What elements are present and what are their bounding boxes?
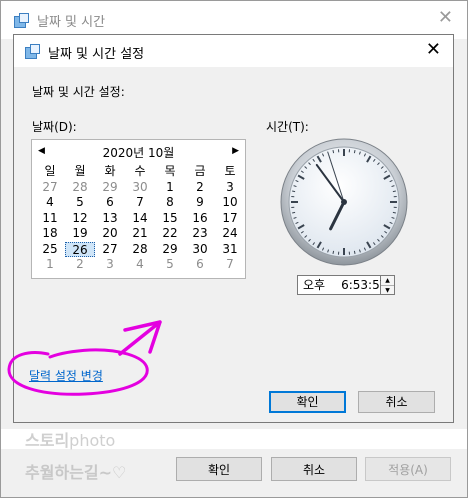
calendar-day[interactable]: 10 bbox=[215, 195, 245, 211]
calendar-day[interactable]: 28 bbox=[125, 242, 155, 258]
prev-month-icon[interactable]: ◀ bbox=[38, 146, 45, 156]
calendar-day[interactable]: 20 bbox=[95, 226, 125, 242]
calendar-day[interactable]: 18 bbox=[35, 226, 65, 242]
calendar-day[interactable]: 23 bbox=[185, 226, 215, 242]
outer-window-title: 날짜 및 시간 bbox=[37, 15, 106, 30]
date-time-icon bbox=[13, 12, 29, 28]
calendar-day-other-month[interactable]: 2 bbox=[65, 257, 95, 273]
outer-apply-button[interactable]: 적용(A) bbox=[365, 457, 451, 481]
calendar-day[interactable]: 27 bbox=[95, 242, 125, 258]
calendar-day[interactable]: 12 bbox=[65, 211, 95, 227]
calendar-day[interactable]: 13 bbox=[95, 211, 125, 227]
clock-minute-tick bbox=[332, 150, 335, 154]
calendar-day[interactable]: 29 bbox=[155, 242, 185, 258]
calendar-day[interactable]: 31 bbox=[215, 242, 245, 258]
ampm-value: 오후 bbox=[303, 278, 326, 292]
spin-down-icon[interactable]: ▼ bbox=[381, 286, 394, 295]
calendar-day[interactable]: 21 bbox=[125, 226, 155, 242]
calendar-day[interactable]: 24 bbox=[215, 226, 245, 242]
weekday-header: 금 bbox=[194, 164, 206, 178]
outer-cancel-button[interactable]: 취소 bbox=[271, 457, 357, 481]
calendar-day[interactable]: 25 bbox=[35, 242, 65, 258]
dialog-heading: 날짜 및 시간 설정: bbox=[32, 85, 125, 99]
calendar-month-label[interactable]: 2020년 10월 bbox=[32, 144, 245, 161]
time-spinner[interactable]: ▲ ▼ bbox=[381, 275, 395, 295]
calendar-day[interactable]: 3 bbox=[215, 180, 245, 196]
calendar-day-other-month[interactable]: 4 bbox=[125, 257, 155, 273]
calendar-day-other-month[interactable]: 30 bbox=[125, 180, 155, 196]
calendar-day[interactable]: 2 bbox=[185, 180, 215, 196]
weekday-header: 목 bbox=[164, 164, 176, 178]
dialog-titlebar: 날짜 및 시간 설정 ✕ bbox=[14, 35, 453, 67]
dialog-cancel-button[interactable]: 취소 bbox=[358, 391, 435, 413]
dialog-title: 날짜 및 시간 설정 bbox=[48, 47, 145, 62]
weekday-header: 일 bbox=[44, 164, 56, 178]
calendar-day-other-month[interactable]: 27 bbox=[35, 180, 65, 196]
calendar-day[interactable]: 6 bbox=[95, 195, 125, 211]
spin-up-icon[interactable]: ▲ bbox=[381, 276, 394, 286]
clock-minute-tick bbox=[353, 150, 356, 154]
calendar-day[interactable]: 22 bbox=[155, 226, 185, 242]
calendar-day[interactable]: 19 bbox=[65, 226, 95, 242]
weekday-header: 수 bbox=[134, 164, 146, 178]
clock-minute-tick bbox=[353, 250, 356, 254]
calendar-day[interactable]: 16 bbox=[185, 211, 215, 227]
watermark-brand: 스토리photo bbox=[25, 431, 116, 450]
calendar-day[interactable]: 30 bbox=[185, 242, 215, 258]
calendar-day[interactable]: 8 bbox=[155, 195, 185, 211]
weekday-header: 토 bbox=[224, 164, 236, 178]
analog-clock bbox=[280, 138, 408, 266]
outer-close-icon[interactable]: ✕ bbox=[438, 7, 453, 28]
time-input[interactable]: 오후 6:53:57 bbox=[297, 275, 387, 295]
clock-minute-tick bbox=[392, 211, 396, 214]
calendar-day[interactable]: 7 bbox=[125, 195, 155, 211]
calendar[interactable]: 2020년 10월 ◀ ▶ 일 월 화 수 목 금 토 27 28 29 30 1 2 3 4 5 6 7 8 9 10… bbox=[31, 139, 246, 279]
calendar-day-other-month[interactable]: 7 bbox=[215, 257, 245, 273]
calendar-day-other-month[interactable]: 29 bbox=[95, 180, 125, 196]
dialog-ok-button[interactable]: 확인 bbox=[269, 391, 346, 413]
clock-minute-tick bbox=[292, 190, 296, 193]
dialog-close-icon[interactable]: ✕ bbox=[426, 39, 441, 60]
next-month-icon[interactable]: ▶ bbox=[232, 146, 239, 156]
calendar-day-other-month[interactable]: 3 bbox=[95, 257, 125, 273]
date-label: 날짜(D): bbox=[32, 120, 77, 134]
weekday-header: 화 bbox=[104, 164, 116, 178]
calendar-day-other-month[interactable]: 6 bbox=[185, 257, 215, 273]
calendar-day[interactable]: 1 bbox=[155, 180, 185, 196]
calendar-day[interactable]: 11 bbox=[35, 211, 65, 227]
clock-minute-tick bbox=[392, 190, 396, 193]
calendar-day[interactable]: 4 bbox=[35, 195, 65, 211]
time-label: 시간(T): bbox=[266, 120, 309, 134]
date-time-icon bbox=[24, 43, 40, 59]
calendar-day[interactable]: 9 bbox=[185, 195, 215, 211]
calendar-day-other-month[interactable]: 28 bbox=[65, 180, 95, 196]
calendar-day[interactable]: 14 bbox=[125, 211, 155, 227]
date-time-settings-dialog: 날짜 및 시간 설정 ✕ 날짜 및 시간 설정: 날짜(D): 시간(T): 2… bbox=[13, 34, 454, 423]
calendar-grid: 일 월 화 수 목 금 토 27 28 29 30 1 2 3 4 5 6 7 8 9 10 11 12 13 14 15 16 17… bbox=[35, 164, 245, 273]
calendar-day[interactable]: 5 bbox=[65, 195, 95, 211]
outer-ok-button[interactable]: 확인 bbox=[176, 457, 262, 481]
clock-minute-tick bbox=[292, 211, 296, 214]
calendar-day[interactable]: 15 bbox=[155, 211, 185, 227]
clock-minute-tick bbox=[332, 250, 335, 254]
weekday-header: 월 bbox=[74, 164, 86, 178]
watermark-author: 추월하는길~♡ bbox=[25, 463, 127, 482]
calendar-day-other-month[interactable]: 5 bbox=[155, 257, 185, 273]
change-calendar-settings-link[interactable]: 달력 설정 변경 bbox=[29, 367, 103, 384]
calendar-day-other-month[interactable]: 1 bbox=[35, 257, 65, 273]
calendar-day-selected[interactable]: 26 bbox=[65, 241, 95, 257]
calendar-day[interactable]: 17 bbox=[215, 211, 245, 227]
